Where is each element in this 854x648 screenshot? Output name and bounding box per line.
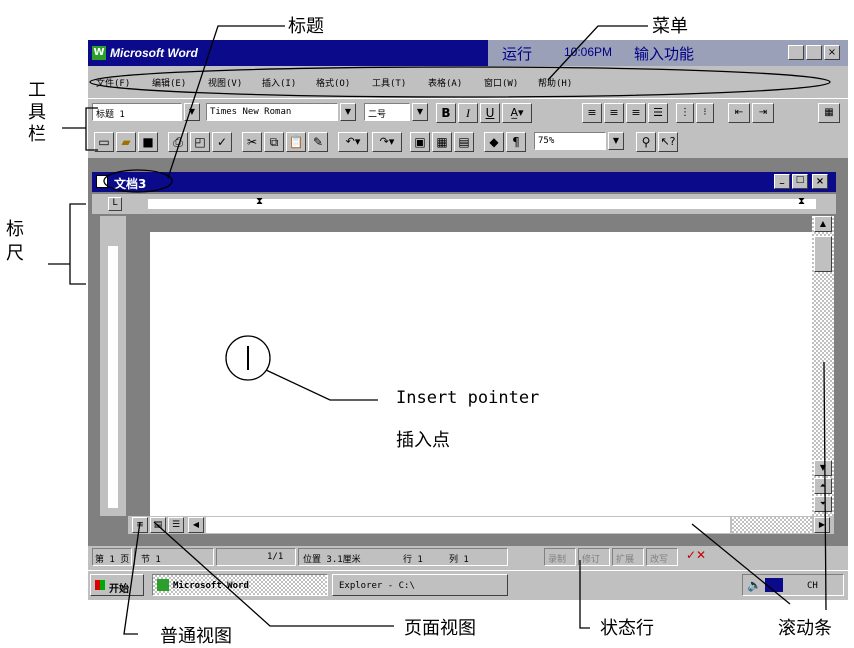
hscroll-line bbox=[691, 523, 791, 605]
ruler-bracket bbox=[69, 203, 86, 285]
insert-pointer-line bbox=[265, 369, 378, 401]
menu-callout-line bbox=[547, 25, 648, 81]
annotation-menu: 菜单 bbox=[652, 16, 688, 37]
status-bar-line bbox=[579, 560, 590, 629]
title-callout-line bbox=[167, 25, 285, 179]
normal-view-line bbox=[123, 521, 141, 635]
annotation-page-view: 页面视图 bbox=[404, 618, 476, 639]
page-view-line bbox=[153, 521, 394, 627]
vscroll-line bbox=[823, 361, 827, 611]
annotation-insert-pointer-cn: 插入点 bbox=[396, 430, 450, 451]
annotation-normal-view: 普通视图 bbox=[160, 626, 232, 647]
toolbar-bracket bbox=[85, 107, 98, 151]
annotation-toolbar: 工具栏 bbox=[28, 80, 46, 145]
title-ellipse bbox=[103, 169, 173, 193]
annotation-title: 标题 bbox=[288, 16, 324, 37]
annotation-insert-pointer-en: Insert pointer bbox=[396, 388, 540, 408]
menu-ellipse bbox=[89, 66, 831, 98]
annotation-ruler: 标尺 bbox=[6, 219, 24, 264]
annotation-status-bar: 状态行 bbox=[600, 618, 654, 639]
annotation-scrollbar: 滚动条 bbox=[778, 618, 832, 639]
annotation-lines bbox=[48, 25, 831, 635]
